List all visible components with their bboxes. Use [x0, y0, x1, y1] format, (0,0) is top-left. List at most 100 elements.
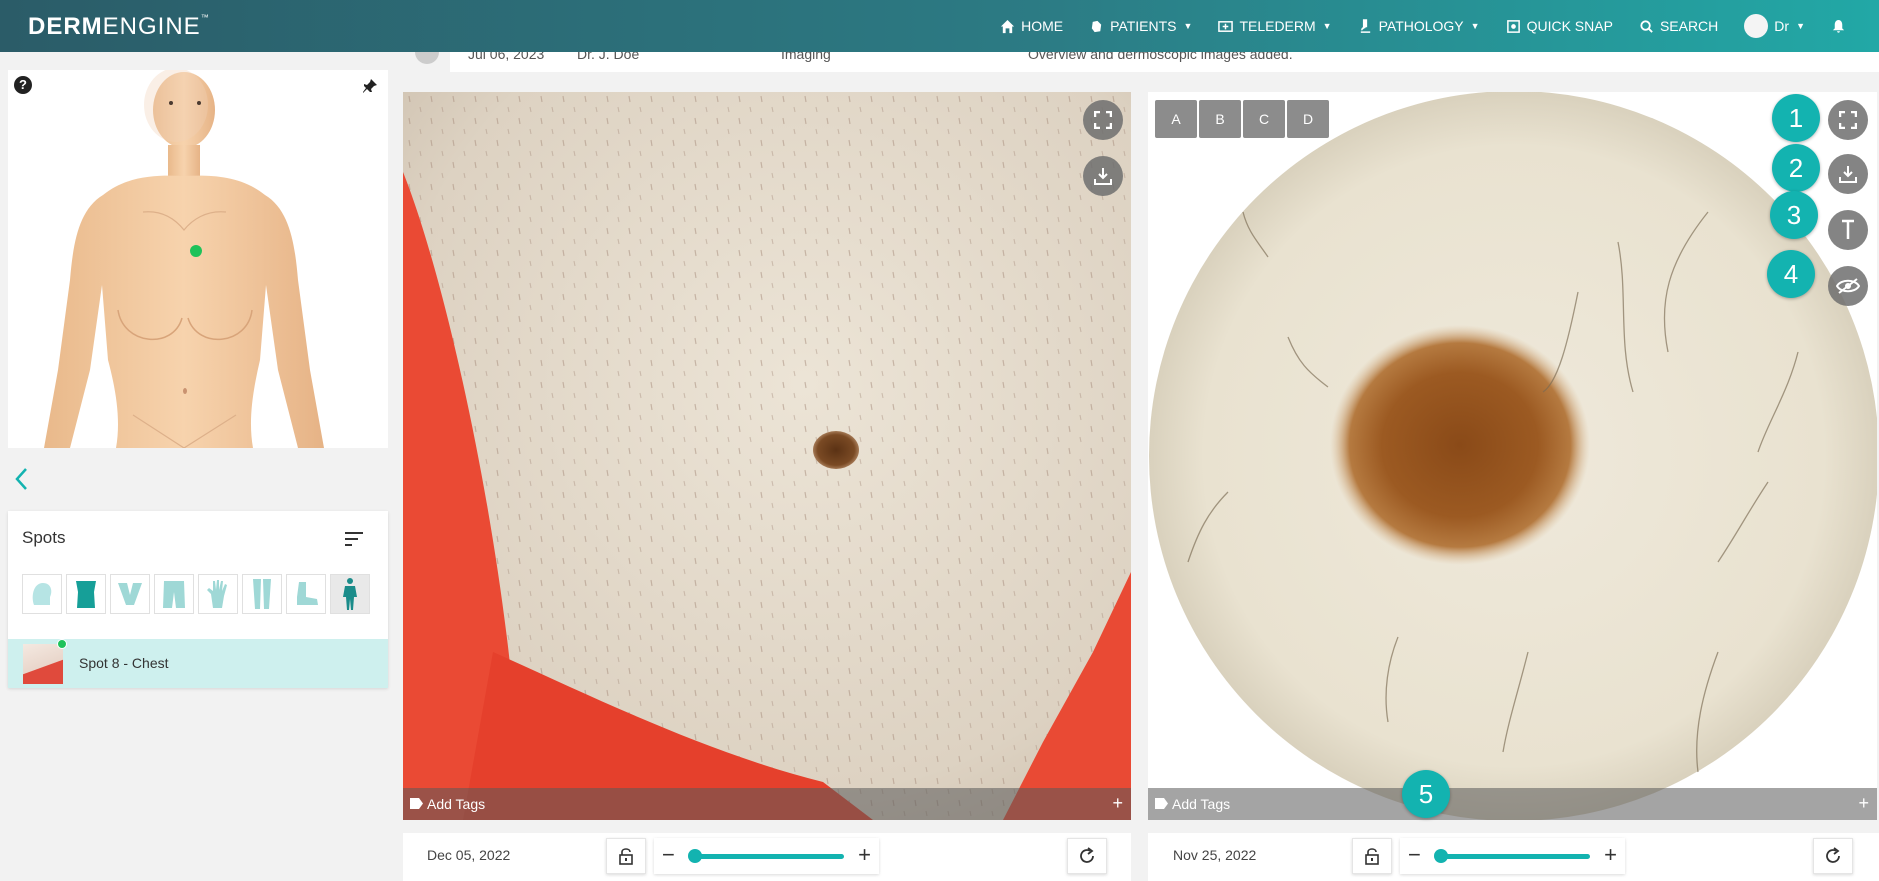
region-torso-button[interactable]: [66, 574, 106, 614]
nav-pathology[interactable]: PATHOLOGY ▼: [1345, 0, 1493, 52]
add-tags-bar[interactable]: Add Tags +: [1148, 788, 1877, 820]
telederm-icon: [1218, 20, 1234, 32]
zoom-out-icon[interactable]: −: [1408, 842, 1421, 868]
hide-overlay-button[interactable]: [1828, 266, 1868, 306]
nav-user-label: Dr: [1774, 18, 1790, 34]
body-map[interactable]: [8, 70, 388, 448]
body-map-card: ?: [8, 70, 388, 448]
tool-d-button[interactable]: D: [1287, 100, 1329, 138]
nav-user-menu[interactable]: Dr ▼: [1731, 0, 1818, 52]
callout-badge-5: 5: [1402, 770, 1450, 818]
tag-icon: [1155, 798, 1168, 809]
rotate-icon: [1080, 847, 1094, 863]
fullscreen-button[interactable]: [1083, 100, 1123, 140]
add-tags-bar[interactable]: Add Tags +: [403, 788, 1131, 820]
sort-icon[interactable]: [344, 531, 364, 547]
zoom-slider[interactable]: − +: [654, 838, 879, 874]
download-icon: [1094, 168, 1112, 185]
zoom-in-icon[interactable]: +: [1604, 842, 1617, 868]
add-tags-label: Add Tags: [1172, 796, 1231, 812]
main-nav: HOME PATIENTS ▼ TELEDERM ▼ PATHOLOGY ▼ Q…: [987, 0, 1859, 52]
avatar: [1744, 14, 1769, 38]
spot-thumbnail: [23, 644, 63, 684]
torso-icon: [76, 581, 96, 608]
nav-quick-snap[interactable]: QUICK SNAP: [1493, 0, 1626, 52]
overview-photo: [403, 92, 1131, 820]
tool-b-button[interactable]: B: [1199, 100, 1241, 138]
download-button[interactable]: [1828, 154, 1868, 194]
zoom-knob[interactable]: [688, 849, 702, 863]
lock-icon: [1365, 848, 1379, 865]
lock-button[interactable]: [606, 838, 646, 874]
microscope-icon: [1360, 18, 1370, 33]
foot-icon: [297, 582, 318, 605]
nav-patients-label: PATIENTS: [1110, 18, 1177, 34]
zoom-in-icon[interactable]: +: [858, 842, 871, 868]
zoom-track[interactable]: [1440, 854, 1590, 859]
back-chevron-icon[interactable]: [12, 466, 32, 492]
chevron-down-icon: ▼: [1183, 21, 1193, 31]
rotate-button[interactable]: [1067, 838, 1107, 874]
nav-search-label: SEARCH: [1659, 18, 1719, 34]
region-foot-button[interactable]: [286, 574, 326, 614]
fullscreen-button[interactable]: [1828, 100, 1868, 140]
app-logo[interactable]: DERMENGINE™: [28, 13, 210, 41]
help-icon[interactable]: ?: [14, 76, 32, 94]
logo-light-text: ENGINE: [102, 13, 201, 40]
rotate-button[interactable]: [1813, 838, 1853, 874]
nav-home[interactable]: HOME: [987, 0, 1076, 52]
ruler-icon: [1842, 219, 1854, 239]
dermoscopy-date: Nov 25, 2022: [1173, 847, 1257, 863]
head-icon: [32, 583, 52, 605]
nav-patients[interactable]: PATIENTS ▼: [1076, 0, 1205, 52]
shorts-icon: [163, 581, 185, 608]
full-body-icon: [343, 578, 357, 610]
spot-label: Spot 8 - Chest: [79, 655, 169, 671]
region-head-button[interactable]: [22, 574, 62, 614]
nav-quick-snap-label: QUICK SNAP: [1526, 18, 1613, 34]
lock-button[interactable]: [1352, 838, 1392, 874]
nav-home-label: HOME: [1021, 18, 1064, 34]
legs-icon: [253, 579, 271, 609]
bell-icon: [1832, 19, 1845, 33]
pelvis-icon: [118, 583, 142, 605]
nav-telederm-label: TELEDERM: [1239, 18, 1316, 34]
region-pelvis-button[interactable]: [110, 574, 150, 614]
download-button[interactable]: [1083, 156, 1123, 196]
nav-telederm[interactable]: TELEDERM ▼: [1205, 0, 1344, 52]
region-hand-button[interactable]: [198, 574, 238, 614]
chevron-down-icon: ▼: [1470, 21, 1480, 31]
region-full-body-button[interactable]: [330, 574, 370, 614]
zoom-slider[interactable]: − +: [1400, 838, 1625, 874]
hand-icon: [207, 580, 227, 608]
list-item[interactable]: Spot 8 - Chest: [8, 639, 388, 688]
spot-marker[interactable]: [190, 245, 202, 257]
tool-a-button[interactable]: A: [1155, 100, 1197, 138]
dermoscopy-image[interactable]: A B C D Add Tags +: [1148, 92, 1877, 820]
region-legs-upper-button[interactable]: [154, 574, 194, 614]
spots-card: Spots Spot 8 - Chest: [8, 511, 388, 688]
measure-button[interactable]: [1828, 210, 1868, 250]
notifications-button[interactable]: [1818, 0, 1859, 52]
region-legs-button[interactable]: [242, 574, 282, 614]
nav-search[interactable]: SEARCH: [1626, 0, 1731, 52]
overview-image[interactable]: Add Tags +: [403, 92, 1131, 820]
zoom-track[interactable]: [694, 854, 844, 859]
callout-badge-4: 4: [1767, 250, 1815, 298]
add-tag-plus-icon[interactable]: +: [1858, 793, 1869, 814]
logo-tm: ™: [200, 13, 210, 22]
add-tag-plus-icon[interactable]: +: [1112, 793, 1123, 814]
chevron-down-icon: ▼: [1322, 21, 1332, 31]
callout-badge-1: 1: [1772, 94, 1820, 142]
pin-icon[interactable]: [362, 78, 378, 94]
zoom-knob[interactable]: [1434, 849, 1448, 863]
rotate-icon: [1826, 847, 1840, 863]
tool-c-button[interactable]: C: [1243, 100, 1285, 138]
top-navbar: DERMENGINE™ HOME PATIENTS ▼ TELEDERM ▼ P…: [0, 0, 1879, 52]
spots-title: Spots: [22, 528, 66, 547]
fullscreen-icon: [1839, 111, 1857, 129]
chevron-down-icon: ▼: [1796, 21, 1805, 31]
tag-icon: [410, 798, 423, 809]
home-icon: [1001, 19, 1015, 33]
zoom-out-icon[interactable]: −: [662, 842, 675, 868]
